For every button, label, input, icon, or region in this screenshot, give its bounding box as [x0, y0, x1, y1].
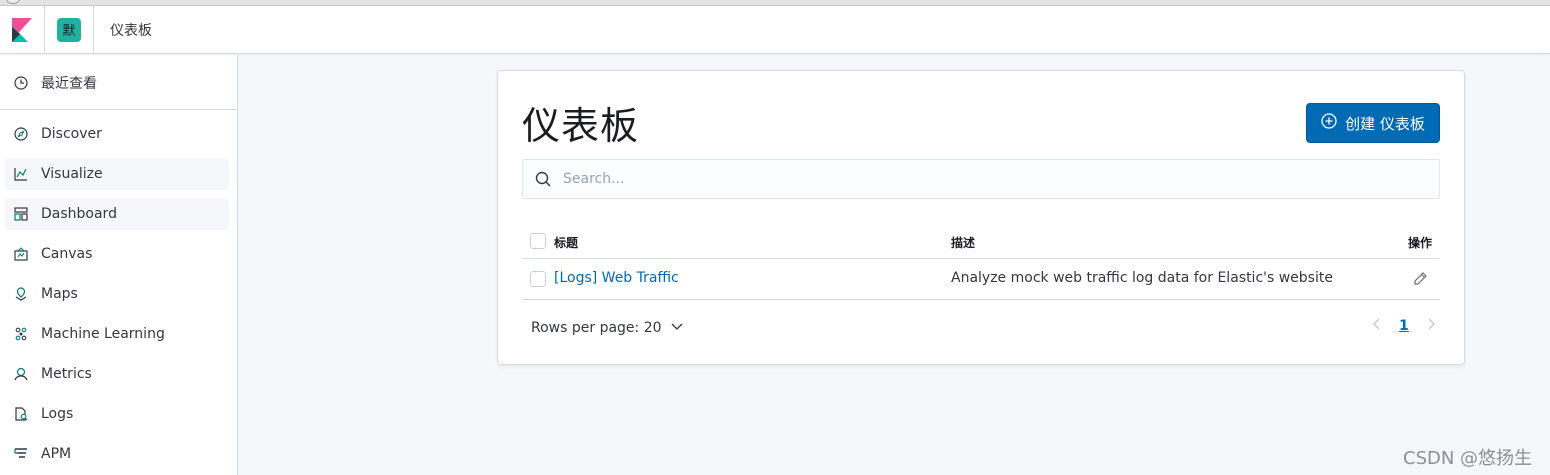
dashboard-icon [13, 206, 29, 222]
sidebar-divider [0, 109, 237, 110]
sidebar-item-visualize[interactable]: Visualize [5, 158, 229, 190]
page-number-button[interactable]: 1 [1395, 318, 1413, 334]
sidebar-item-label: Machine Learning [41, 326, 165, 342]
chevron-down-icon [670, 319, 684, 337]
sidebar-item-canvas[interactable]: Canvas [5, 238, 229, 270]
search-bar [522, 159, 1440, 199]
table-header: 标题 描述 操作 [522, 223, 1440, 259]
canvas-icon [13, 246, 29, 262]
csdn-watermark: CSDN @悠扬生 [1403, 448, 1533, 469]
sidebar-item-label: Dashboard [41, 206, 117, 222]
sidebar-item-label: Visualize [41, 166, 103, 182]
sidebar-item-label: Logs [41, 406, 74, 422]
chevron-left-icon[interactable] [1371, 317, 1383, 335]
sidebar-item-label: Metrics [41, 366, 92, 382]
compass-icon [13, 126, 29, 142]
sidebar-item-label: Maps [41, 286, 78, 302]
sidebar-item-logs[interactable]: Logs [5, 398, 229, 430]
sidebar-item-label: APM [41, 446, 72, 462]
dashboard-description: Analyze mock web traffic log data for El… [951, 270, 1333, 286]
visualize-icon [13, 166, 29, 182]
sidebar-item-machine-learning[interactable]: Machine Learning [5, 318, 229, 350]
clock-icon [13, 75, 29, 91]
column-header-actions: 操作 [1407, 236, 1432, 250]
sidebar-item-apm[interactable]: APM [5, 438, 229, 470]
sidebar-item-maps[interactable]: Maps [5, 278, 229, 310]
sidebar-item-recent[interactable]: 最近查看 [5, 67, 229, 99]
create-dashboard-label: 创建 仪表板 [1345, 114, 1425, 133]
sidebar: 最近查看 Discover Visualize Dashboard Canvas… [0, 55, 238, 475]
kibana-logo-icon[interactable] [0, 5, 45, 54]
pagination: 1 [1371, 317, 1437, 335]
browser-button-icon[interactable] [6, 0, 20, 4]
column-header-description[interactable]: 描述 [951, 234, 975, 251]
breadcrumb: 仪表板 [110, 22, 152, 39]
sidebar-item-label: Canvas [41, 246, 93, 262]
apm-icon [13, 446, 29, 462]
page-title: 仪表板 [522, 104, 640, 148]
space-avatar: 默 [57, 17, 81, 42]
metrics-icon [13, 366, 29, 382]
sidebar-item-discover[interactable]: Discover [5, 118, 229, 150]
space-selector[interactable]: 默 [45, 5, 94, 54]
maps-icon [13, 286, 29, 302]
select-all-checkbox[interactable] [530, 233, 546, 249]
search-input[interactable] [563, 171, 1423, 187]
dashboard-title-link[interactable]: [Logs] Web Traffic [554, 270, 679, 286]
rows-per-page-selector[interactable]: Rows per page: 20 [531, 319, 684, 337]
logs-icon [13, 406, 29, 422]
sidebar-item-metrics[interactable]: Metrics [5, 358, 229, 390]
top-header: 默 仪表板 [0, 5, 1550, 54]
row-checkbox[interactable] [530, 271, 546, 287]
column-header-title[interactable]: 标题 [554, 234, 578, 251]
sidebar-item-dashboard[interactable]: Dashboard [5, 198, 229, 230]
dashboards-panel: 仪表板 创建 仪表板 标题 描述 操作 [Logs] Web Traffic A… [497, 70, 1465, 365]
ml-icon [13, 326, 29, 342]
table-row: [Logs] Web Traffic Analyze mock web traf… [522, 259, 1440, 300]
sidebar-item-label: 最近查看 [41, 76, 97, 92]
rows-per-page-label: Rows per page: 20 [531, 320, 662, 336]
create-dashboard-button[interactable]: 创建 仪表板 [1306, 103, 1440, 143]
edit-pencil-icon[interactable] [1412, 271, 1428, 291]
search-icon [523, 171, 563, 187]
chevron-right-icon[interactable] [1425, 317, 1437, 335]
plus-in-circle-icon [1321, 113, 1337, 133]
sidebar-item-label: Discover [41, 126, 102, 142]
